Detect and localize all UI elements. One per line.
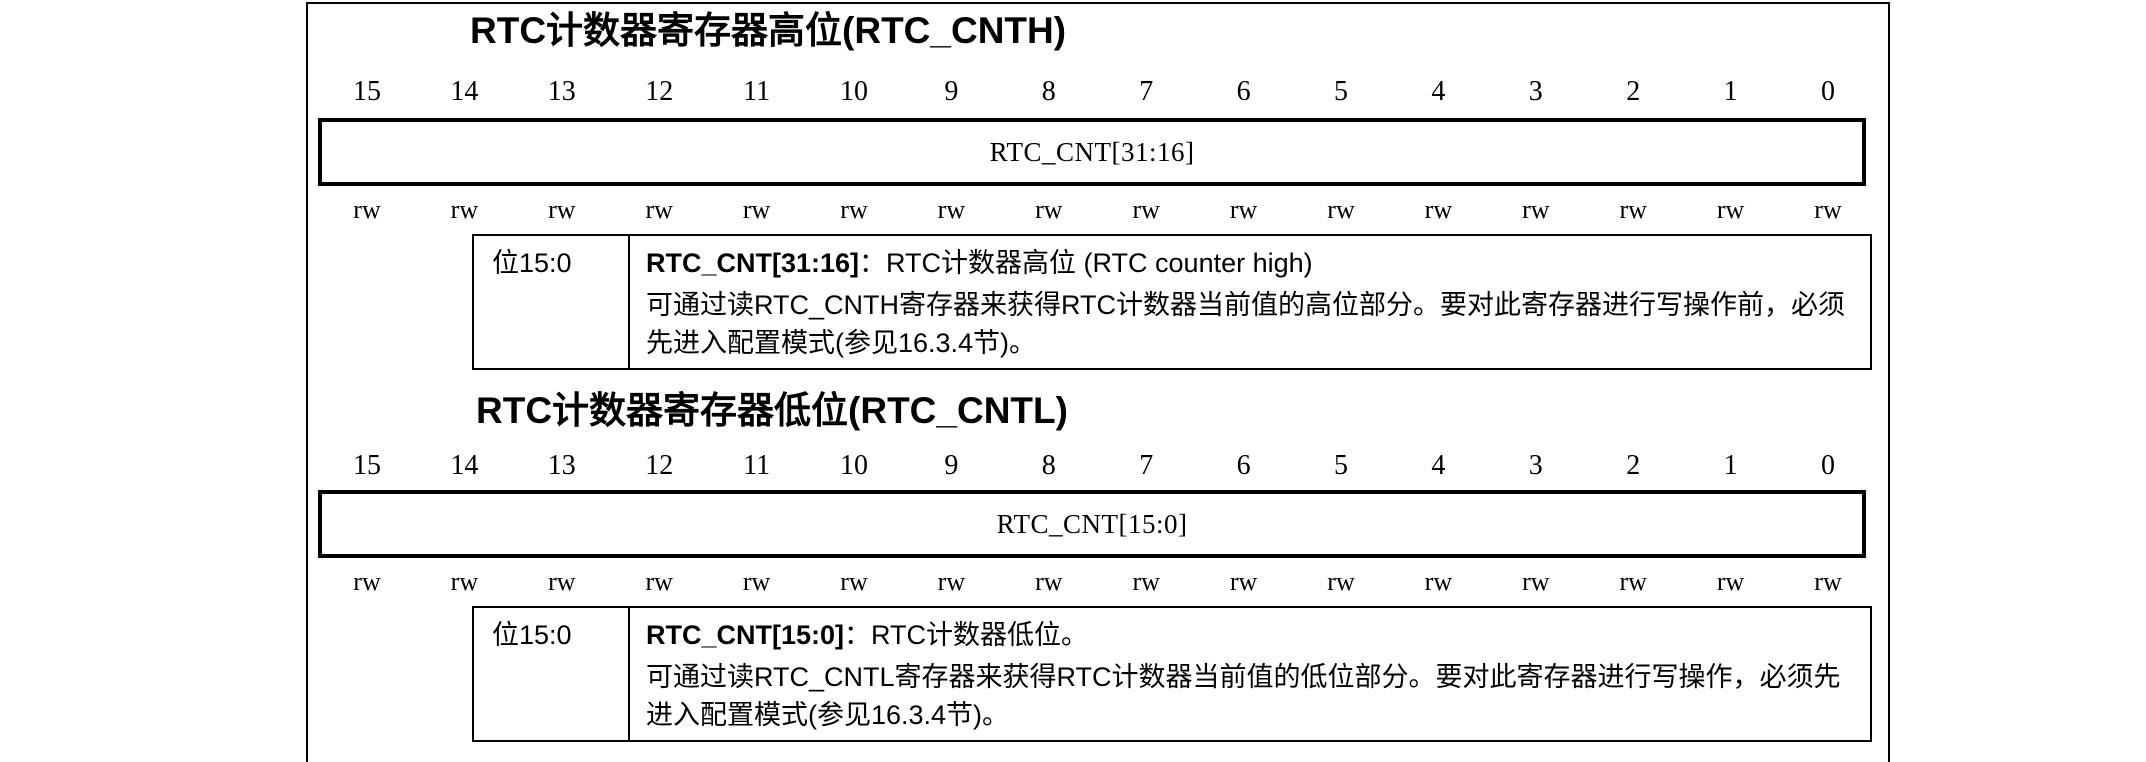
cnth-bit-number-11: 4 xyxy=(1431,76,1446,107)
cntl-bit-number-5: 10 xyxy=(840,450,868,481)
cnth-bit-numbers: 15 14 13 12 11 10 9 8 7 6 5 4 3 2 1 0 xyxy=(0,72,2146,112)
cnth-bit-number-8: 7 xyxy=(1139,76,1154,107)
cnth-field-description: 可通过读RTC_CNTH寄存器来获得RTC计数器当前值的高位部分。要对此寄存器进… xyxy=(646,290,1846,358)
cnth-bits-label: 位15:0 xyxy=(474,236,630,368)
cntl-access-label-6: rw xyxy=(937,567,966,596)
cnth-access-label-11: rw xyxy=(1424,195,1453,224)
cnth-bit-number-10: 5 xyxy=(1334,76,1348,107)
cnth-bit-number-12: 3 xyxy=(1528,76,1543,107)
cnth-access-label-13: rw xyxy=(1619,195,1647,224)
cntl-bit-number-13: 2 xyxy=(1626,450,1641,481)
cnth-description-body: RTC_CNT[31:16]：RTC计数器高位 (RTC counter hig… xyxy=(630,236,1870,368)
cnth-field-name: RTC_CNT[31:16] xyxy=(646,248,860,278)
cnth-field-summary: RTC计数器高位 (RTC counter high) xyxy=(886,248,1313,278)
cnth-access-label-15: rw xyxy=(1814,195,1842,224)
cnth-bit-number-14: 1 xyxy=(1723,76,1738,107)
cntl-bit-number-4: 11 xyxy=(743,450,771,481)
cntl-bit-number-14: 1 xyxy=(1723,450,1738,481)
cnth-bit-number-6: 9 xyxy=(944,76,959,107)
cntl-field-sep: ： xyxy=(844,620,872,650)
cntl-field-description: 可通过读RTC_CNTL寄存器来获得RTC计数器当前值的低位部分。要对此寄存器进… xyxy=(646,662,1841,730)
cnth-access-label-12: rw xyxy=(1522,195,1550,224)
cntl-access-label-2: rw xyxy=(548,567,576,596)
cnth-register-field: RTC_CNT[31:16] xyxy=(318,118,1866,186)
cntl-bit-number-6: 9 xyxy=(944,450,959,481)
cnth-access-label-6: rw xyxy=(937,195,966,224)
cntl-description-table: 位15:0 RTC_CNT[15:0]：RTC计数器低位。 可通过读RTC_CN… xyxy=(472,606,1872,742)
cntl-access-label-8: rw xyxy=(1132,567,1160,596)
cntl-access-label-12: rw xyxy=(1522,567,1550,596)
cnth-bit-number-9: 6 xyxy=(1236,76,1251,107)
cntl-access-label-15: rw xyxy=(1814,567,1842,596)
cnth-access-label-8: rw xyxy=(1132,195,1160,224)
cntl-bit-number-3: 12 xyxy=(645,450,674,481)
cnth-bit-number-15: 0 xyxy=(1821,76,1835,107)
cntl-access-label-7: rw xyxy=(1035,567,1063,596)
cnth-access-label-2: rw xyxy=(548,195,576,224)
cnth-description-table: 位15:0 RTC_CNT[31:16]：RTC计数器高位 (RTC count… xyxy=(472,234,1872,370)
cnth-bit-number-13: 2 xyxy=(1626,76,1641,107)
cnth-bit-number-7: 8 xyxy=(1041,76,1056,107)
cntl-access-label-5: rw xyxy=(840,567,868,596)
cntl-bit-number-9: 6 xyxy=(1236,450,1251,481)
cnth-access-label-5: rw xyxy=(840,195,868,224)
cnth-access-label-4: rw xyxy=(742,195,771,224)
cnth-access-label-0: rw xyxy=(353,195,381,224)
cnth-bit-number-0: 15 xyxy=(353,76,381,107)
cnth-bit-number-1: 14 xyxy=(450,76,479,107)
cnth-access-row: rw rw rw rw rw rw rw rw rw rw rw rw rw rw rw rw xyxy=(0,192,2146,232)
cntl-bits-label: 位15:0 xyxy=(474,608,630,740)
cntl-access-label-14: rw xyxy=(1716,567,1745,596)
cntl-bit-number-8: 7 xyxy=(1139,450,1154,481)
cnth-bit-number-2: 13 xyxy=(547,76,576,107)
cntl-title: RTC计数器寄存器低位(RTC_CNTL) xyxy=(476,390,1068,431)
cntl-access-label-0: rw xyxy=(353,567,381,596)
cntl-description-body: RTC_CNT[15:0]：RTC计数器低位。 可通过读RTC_CNTL寄存器来… xyxy=(630,608,1870,740)
cntl-bit-number-2: 13 xyxy=(547,450,576,481)
cntl-access-label-10: rw xyxy=(1327,567,1355,596)
cnth-access-label-10: rw xyxy=(1327,195,1355,224)
cnth-access-label-7: rw xyxy=(1035,195,1063,224)
cnth-access-label-9: rw xyxy=(1229,195,1258,224)
cntl-bit-number-11: 4 xyxy=(1431,450,1446,481)
cnth-bit-number-4: 11 xyxy=(743,76,771,107)
cntl-field-heading: RTC_CNT[15:0]：RTC计数器低位。 xyxy=(646,616,1854,654)
cnth-access-label-3: rw xyxy=(645,195,673,224)
cntl-bit-number-1: 14 xyxy=(450,450,479,481)
cnth-access-label-14: rw xyxy=(1716,195,1745,224)
cnth-bit-number-5: 10 xyxy=(840,76,868,107)
cntl-bit-number-7: 8 xyxy=(1041,450,1056,481)
cntl-access-row: rw rw rw rw rw rw rw rw rw rw rw rw rw rw rw rw xyxy=(0,564,2146,604)
cnth-field-heading: RTC_CNT[31:16]：RTC计数器高位 (RTC counter hig… xyxy=(646,244,1854,282)
cntl-access-label-11: rw xyxy=(1424,567,1453,596)
cntl-access-label-3: rw xyxy=(645,567,673,596)
cntl-bit-numbers: 15 14 13 12 11 10 9 8 7 6 5 4 3 2 1 0 xyxy=(0,446,2146,486)
cntl-bit-number-0: 15 xyxy=(353,450,381,481)
cntl-access-label-13: rw xyxy=(1619,567,1647,596)
cntl-bit-number-12: 3 xyxy=(1528,450,1543,481)
cntl-bit-number-15: 0 xyxy=(1821,450,1835,481)
cnth-title: RTC计数器寄存器高位(RTC_CNTH) xyxy=(470,10,1067,51)
cnth-access-label-1: rw xyxy=(450,195,479,224)
cntl-register-field: RTC_CNT[15:0] xyxy=(318,490,1866,558)
cntl-access-label-1: rw xyxy=(450,567,479,596)
cntl-access-label-4: rw xyxy=(742,567,771,596)
cntl-access-label-9: rw xyxy=(1229,567,1258,596)
cnth-bit-number-3: 12 xyxy=(645,76,674,107)
cnth-field-sep: ： xyxy=(859,248,887,278)
cntl-field-name: RTC_CNT[15:0] xyxy=(646,620,845,650)
cntl-field-summary: RTC计数器低位。 xyxy=(871,620,1089,650)
cntl-bit-number-10: 5 xyxy=(1334,450,1348,481)
